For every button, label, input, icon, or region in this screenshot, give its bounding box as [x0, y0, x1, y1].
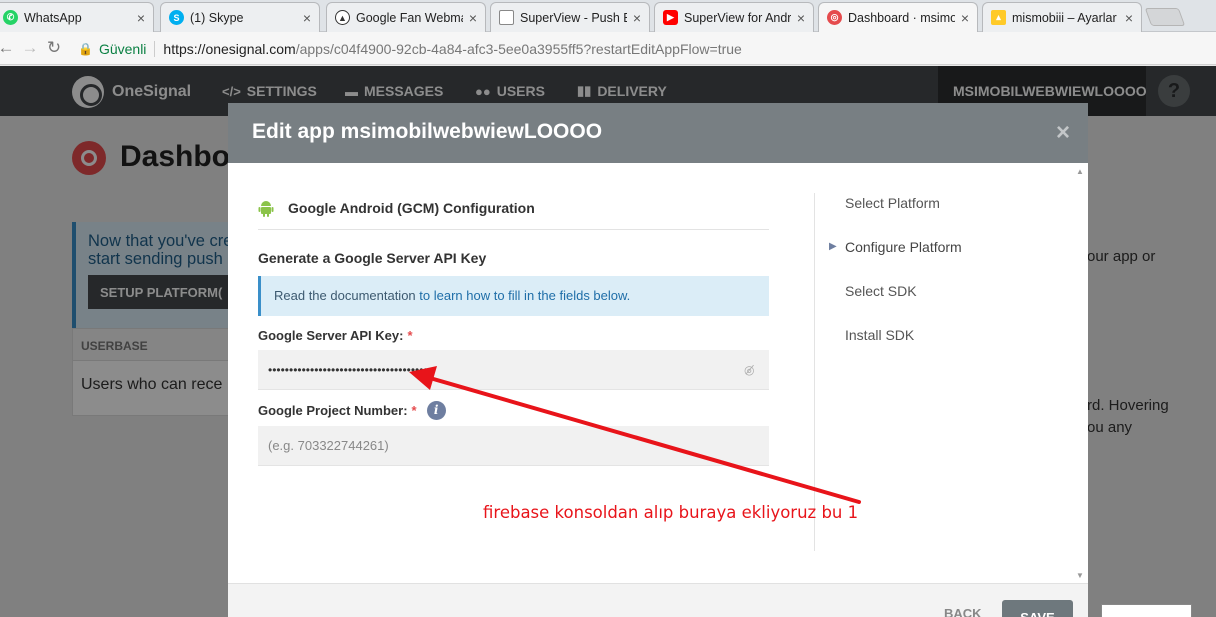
save-button[interactable]: SAVE [1002, 600, 1073, 617]
firebase-icon: ▴ [991, 10, 1006, 25]
documentation-info-box: Read the documentation to learn how to f… [258, 276, 769, 316]
scroll-up-icon[interactable]: ▲ [1076, 167, 1084, 176]
api-key-input[interactable] [258, 350, 769, 390]
api-key-label-text: Google Server API Key: [258, 328, 404, 343]
back-button[interactable]: BACK [944, 606, 982, 617]
browser-tab-superview-push[interactable]: SuperView - Push B × [490, 2, 650, 32]
onesignal-icon: ◎ [827, 10, 842, 25]
url-path: /apps/c04f4900-92cb-4a84-afc3-5ee0a3955f… [295, 41, 742, 57]
info-text: Read the documentation [274, 288, 420, 303]
tab-title: mismobiii – Ayarlar [1012, 10, 1117, 25]
address-bar[interactable]: 🔒 Güvenli https://onesignal.com/apps/c04… [78, 37, 1216, 61]
browser-tab-dashboard[interactable]: ◎ Dashboard · msimo × [818, 2, 978, 32]
required-marker: * [407, 328, 413, 343]
scroll-down-icon[interactable]: ▼ [1076, 571, 1084, 580]
close-tab-icon[interactable]: × [633, 10, 641, 26]
step-configure-platform[interactable]: ▶ Configure Platform [829, 239, 962, 283]
close-icon[interactable]: × [1056, 119, 1070, 147]
close-tab-icon[interactable]: × [303, 10, 311, 26]
project-number-input[interactable] [258, 426, 769, 466]
document-icon [499, 10, 514, 25]
documentation-link[interactable]: to learn how to fill in the fields below… [419, 288, 630, 303]
reload-icon[interactable]: ↻ [42, 38, 66, 58]
close-tab-icon[interactable]: × [961, 10, 969, 26]
step-select-sdk[interactable]: Select SDK [845, 283, 962, 327]
browser-tab-superview-android[interactable]: ▶ SuperView for Andr × [654, 2, 814, 32]
close-tab-icon[interactable]: × [797, 10, 805, 26]
platform-label: Google Android (GCM) Configuration [288, 200, 535, 216]
toggle-visibility-icon[interactable]: ◎̸ [744, 363, 754, 377]
skype-icon: S [169, 10, 184, 25]
secure-label: Güvenli [98, 41, 147, 57]
google-fan-icon: ▲ [335, 10, 350, 25]
modal-scrollbar[interactable]: ▲ ▼ [1076, 167, 1086, 580]
annotation-text: firebase konsoldan alıp buraya ekliyoruz… [483, 503, 859, 522]
tab-title: SuperView for Andr [684, 10, 791, 25]
step-install-sdk[interactable]: Install SDK [845, 327, 962, 371]
close-tab-icon[interactable]: × [1125, 10, 1133, 26]
android-icon [258, 200, 274, 217]
partial-widget [1101, 604, 1192, 617]
browser-toolbar: ← → ↻ 🔒 Güvenli https://onesignal.com/ap… [0, 32, 1216, 65]
lock-icon: 🔒 [78, 42, 93, 56]
close-tab-icon[interactable]: × [137, 10, 145, 26]
info-icon[interactable]: i [426, 401, 446, 420]
new-tab-button[interactable] [1144, 8, 1186, 26]
browser-tab-firebase[interactable]: ▴ mismobiii – Ayarlar × [982, 2, 1142, 32]
whatsapp-icon: ✆ [3, 10, 18, 25]
browser-tab-skype[interactable]: S (1) Skype × [160, 2, 320, 32]
youtube-icon: ▶ [663, 10, 678, 25]
tab-title: Google Fan Webma [356, 10, 463, 25]
modal-title: Edit app msimobilwebwiewLOOOO [252, 120, 603, 143]
url-host: https://onesignal.com [163, 41, 296, 57]
step-label: Configure Platform [845, 239, 962, 255]
close-tab-icon[interactable]: × [469, 10, 477, 26]
required-marker: * [411, 403, 417, 418]
api-key-label: Google Server API Key: * [258, 328, 413, 343]
tab-title: (1) Skype [190, 10, 244, 25]
address-divider [154, 41, 156, 57]
forward-arrow-icon[interactable]: → [18, 38, 42, 58]
project-number-label-text: Google Project Number: [258, 403, 408, 418]
setup-steps: Select Platform ▶ Configure Platform Sel… [829, 195, 962, 371]
tab-title: SuperView - Push B [520, 10, 627, 25]
browser-tab-google-fan[interactable]: ▲ Google Fan Webma × [326, 2, 486, 32]
browser-tab-whatsapp[interactable]: ✆ WhatsApp × [0, 2, 154, 32]
platform-header: Google Android (GCM) Configuration [258, 199, 769, 230]
tab-title: Dashboard · msimo [848, 10, 955, 25]
column-divider [814, 193, 815, 551]
caret-right-icon: ▶ [829, 241, 837, 252]
browser-tab-strip: ✆ WhatsApp × S (1) Skype × ▲ Google Fan … [0, 0, 1216, 32]
edit-app-modal: Edit app msimobilwebwiewLOOOO × Google A… [228, 103, 1088, 617]
modal-header: Edit app msimobilwebwiewLOOOO × [228, 103, 1088, 163]
tab-title: WhatsApp [24, 10, 82, 25]
modal-footer: BACK SAVE [228, 583, 1088, 617]
project-number-label: Google Project Number: * i [258, 401, 446, 420]
section-title: Generate a Google Server API Key [258, 250, 487, 266]
step-select-platform[interactable]: Select Platform [845, 195, 962, 239]
back-arrow-icon[interactable]: ← [0, 38, 18, 58]
